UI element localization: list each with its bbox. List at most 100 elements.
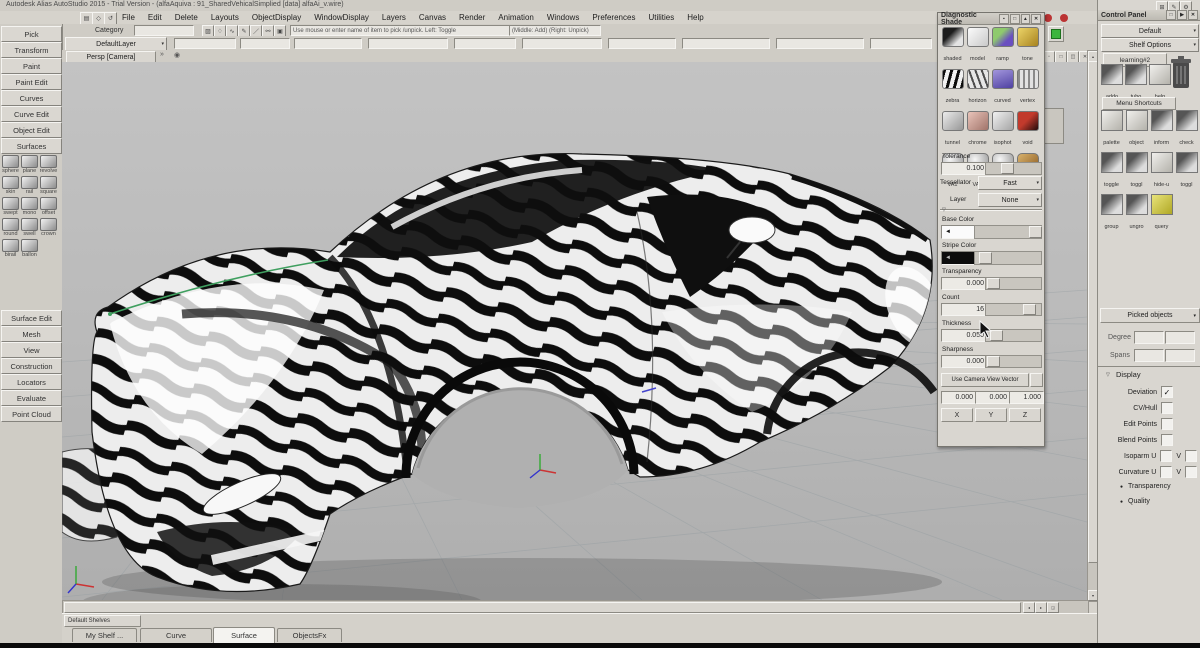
shortcut-ungroup[interactable]: ungro <box>1125 194 1148 233</box>
tolerance-slider[interactable] <box>985 162 1042 175</box>
close-icon[interactable]: ✕ <box>1031 14 1041 24</box>
surf-tool-square[interactable]: square <box>39 176 58 195</box>
diag-mode-shaded[interactable]: shaded <box>940 27 965 65</box>
layerbar-field-4[interactable] <box>368 38 448 49</box>
palette-tab-surface-edit[interactable]: Surface Edit <box>1 310 62 326</box>
shortcut-toggle-1[interactable]: toggle <box>1100 152 1123 191</box>
palette-tab-curves[interactable]: Curves <box>1 90 62 106</box>
shortcut-toggle-2[interactable]: toggl <box>1125 152 1148 191</box>
cvhull-checkbox[interactable] <box>1161 402 1173 414</box>
count-field[interactable]: 16 <box>941 303 987 316</box>
shelf-tab-objectsfx[interactable]: ObjectsFx <box>277 628 342 642</box>
transparency-field[interactable]: 0.000 <box>941 277 987 290</box>
tessellator-dropdown[interactable]: Fast▾ <box>978 176 1042 190</box>
menu-animation[interactable]: Animation <box>498 13 534 22</box>
green-swatch-icon[interactable] <box>1048 26 1064 42</box>
isoparm-v-checkbox[interactable] <box>1185 450 1197 462</box>
surf-tool-mono[interactable]: mono <box>20 197 39 216</box>
red-dot-icon-2[interactable] <box>1060 14 1068 22</box>
diag-mode-isophot[interactable]: isophot <box>990 111 1015 149</box>
base-color-swatch[interactable]: ◄ <box>941 225 976 239</box>
layerbar-field-2[interactable] <box>240 38 290 49</box>
menu-layers[interactable]: Layers <box>382 13 406 22</box>
collapse-icon[interactable]: ▴ <box>1021 14 1031 24</box>
palette-tab-paint-edit[interactable]: Paint Edit <box>1 74 62 90</box>
shelf-tab-my-shelf[interactable]: My Shelf ... <box>72 628 137 642</box>
curvature-u-checkbox[interactable] <box>1160 466 1172 478</box>
palette-tab-object-edit[interactable]: Object Edit <box>1 122 62 138</box>
base-color-slider[interactable] <box>974 225 1042 239</box>
palette-tab-evaluate[interactable]: Evaluate <box>1 390 62 406</box>
spans-field-u[interactable] <box>1134 349 1164 362</box>
palette-tab-mesh[interactable]: Mesh <box>1 326 62 342</box>
axis-x-button[interactable]: X <box>941 408 973 422</box>
layer-selector[interactable]: DefaultLayer▾ <box>65 37 167 51</box>
sharpness-field[interactable]: 0.000 <box>941 355 987 368</box>
shortcut-query[interactable]: query <box>1150 194 1173 233</box>
shortcut-palette[interactable]: palette <box>1100 110 1123 149</box>
surf-tool-round[interactable]: round <box>1 218 20 237</box>
palette-tab-point-cloud[interactable]: Point Cloud <box>1 406 62 422</box>
tolerance-field[interactable]: 0.100 <box>941 162 987 175</box>
pin-icon[interactable]: ▪ <box>999 14 1009 24</box>
layerbar-field-5[interactable] <box>454 38 516 49</box>
transparency-expander[interactable]: ● Transparency <box>1120 483 1171 490</box>
scroll-right-icon[interactable]: ▸ <box>1035 602 1047 613</box>
count-slider[interactable] <box>985 303 1042 316</box>
control-panel-titlebar[interactable]: Control Panel □ ▶ ✕ <box>1098 10 1200 21</box>
scroll-resize-icon[interactable]: ◲ <box>1047 602 1059 613</box>
layerbar-field-7[interactable] <box>608 38 676 49</box>
layerbar-field-9[interactable] <box>776 38 864 49</box>
surf-tool-skin[interactable]: skin <box>1 176 20 195</box>
menu-render[interactable]: Render <box>459 13 485 22</box>
shelf-header[interactable]: Default Shelves <box>64 615 141 627</box>
surf-tool-ballon[interactable]: ballon <box>20 239 39 258</box>
curvature-v-checkbox[interactable] <box>1185 466 1197 478</box>
layerbar-field-8[interactable] <box>682 38 770 49</box>
degree-field-v[interactable] <box>1165 331 1195 344</box>
surf-tool-crown[interactable]: crown <box>39 218 58 237</box>
close-icon[interactable]: ✕ <box>1188 10 1198 20</box>
shortcut-group[interactable]: group <box>1100 194 1123 233</box>
diag-mode-model[interactable]: model <box>965 27 990 65</box>
vector-z-field[interactable]: 1.000 <box>1009 391 1044 404</box>
palette-tab-view[interactable]: View <box>1 342 62 358</box>
menu-layouts[interactable]: Layouts <box>211 13 239 22</box>
layerbar-field-10[interactable] <box>870 38 932 49</box>
menu-canvas[interactable]: Canvas <box>419 13 446 22</box>
display-expander-icon[interactable]: ▽ <box>1106 372 1110 378</box>
degree-field-u[interactable] <box>1134 331 1164 344</box>
surf-tool-swell[interactable]: swell <box>20 218 39 237</box>
diag-mode-chrome[interactable]: chrome <box>965 111 990 149</box>
menu-objectdisplay[interactable]: ObjectDisplay <box>252 13 301 22</box>
diag-mode-tunnel[interactable]: tunnel <box>940 111 965 149</box>
eye-icon[interactable]: ◉ <box>174 51 180 59</box>
edit-points-checkbox[interactable] <box>1161 418 1173 430</box>
shelf-tab-surface[interactable]: Surface <box>213 627 275 643</box>
shelf-tab-curve[interactable]: Curve <box>140 628 212 642</box>
surf-tool-plane[interactable]: plane <box>20 155 39 174</box>
transparency-slider[interactable] <box>985 277 1042 290</box>
vector-y-field[interactable]: 0.000 <box>975 391 1010 404</box>
diag-mode-ramp[interactable]: ramp <box>990 27 1015 65</box>
category-field[interactable] <box>134 25 194 36</box>
surf-tool-revolve[interactable]: revolve <box>39 155 58 174</box>
palette-tab-locators[interactable]: Locators <box>1 374 62 390</box>
picked-objects-header[interactable]: Picked objects ▾ <box>1100 308 1200 323</box>
menu-shortcuts-tab[interactable]: Menu Shortcuts <box>1102 97 1176 110</box>
palette-tab-paint[interactable]: Paint <box>1 58 62 74</box>
shelf-options-dropdown[interactable]: Shelf Options▾ <box>1101 38 1199 52</box>
diag-mode-tone[interactable]: tone <box>1015 27 1040 65</box>
layerbar-field-6[interactable] <box>522 38 602 49</box>
spans-field-v[interactable] <box>1165 349 1195 362</box>
surf-tool-offset[interactable]: offset <box>39 197 58 216</box>
axis-y-button[interactable]: Y <box>975 408 1007 422</box>
diag-mode-curved[interactable]: curved <box>990 69 1015 107</box>
palette-tab-transform[interactable]: Transform <box>1 42 62 58</box>
diag-mode-horizon[interactable]: horizon <box>965 69 990 107</box>
camera-vector-option-box[interactable] <box>1030 373 1043 387</box>
diag-panel-titlebar[interactable]: Diagnostic Shade ▪ □ ▴ ✕ <box>938 13 1044 25</box>
isoparm-u-checkbox[interactable] <box>1160 450 1172 462</box>
sharpness-slider[interactable] <box>985 355 1042 368</box>
menu-file[interactable]: File <box>122 13 135 22</box>
